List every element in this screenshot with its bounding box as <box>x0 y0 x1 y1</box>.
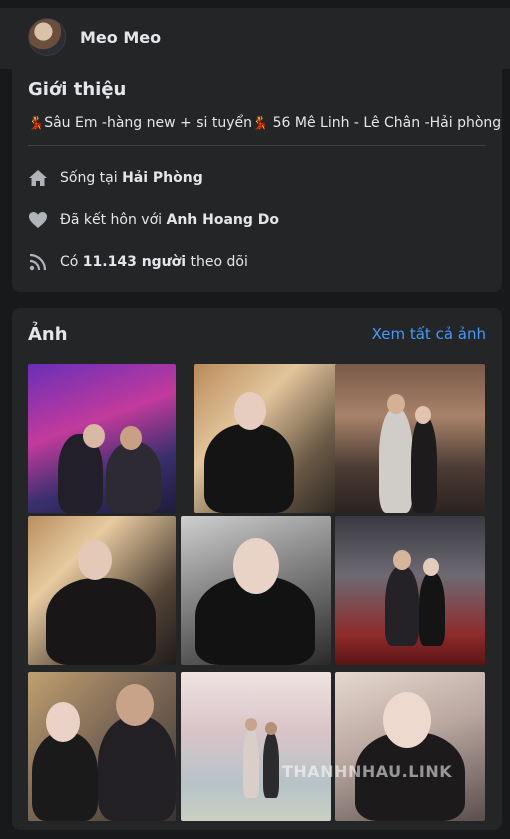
intro-card: Giới thiệu 💃Sâu Em -hàng new + si tuyển💃… <box>12 69 502 292</box>
photo-thumbnail[interactable] <box>181 672 331 821</box>
photo-thumbnail[interactable] <box>28 364 176 513</box>
profile-topbar: Meo Meo <box>0 0 510 69</box>
photo-thumbnail[interactable] <box>28 672 176 821</box>
photos-card: Ảnh Xem tất cả ảnh THANHNHAU.LINK <box>12 308 502 830</box>
photo-thumbnail[interactable] <box>181 516 331 665</box>
dancer-emoji-icon: 💃 <box>28 116 45 131</box>
intro-bio: 💃Sâu Em -hàng new + si tuyển💃 56 Mê Linh… <box>28 115 501 131</box>
rss-icon <box>28 252 48 272</box>
photo-thumbnail[interactable] <box>335 516 485 665</box>
profile-name[interactable]: Meo Meo <box>80 28 161 47</box>
avatar[interactable] <box>28 18 66 56</box>
photo-thumbnail[interactable] <box>194 364 342 513</box>
lives-in-row: Sống tại Hải Phòng <box>28 167 203 189</box>
bio-text-2: 56 Mê Linh - Lê Chân -Hải phòng <box>268 115 502 131</box>
relationship-prefix: Đã kết hôn với <box>60 212 163 228</box>
relationship-row: Đã kết hôn với Anh Hoang Do <box>28 209 279 231</box>
lives-in-prefix: Sống tại <box>60 170 118 186</box>
followers-row: Có 11.143 người theo dõi <box>28 251 248 273</box>
heart-icon <box>28 210 48 230</box>
watermark-text: THANHNHAU.LINK <box>282 762 453 781</box>
photo-thumbnail[interactable] <box>335 364 485 513</box>
photo-thumbnail[interactable] <box>28 516 176 665</box>
lives-in-value[interactable]: Hải Phòng <box>122 170 203 186</box>
followers-prefix: Có <box>60 254 79 270</box>
followers-suffix: theo dõi <box>190 254 248 270</box>
see-all-photos-link[interactable]: Xem tất cả ảnh <box>372 325 486 343</box>
photos-title: Ảnh <box>28 324 68 345</box>
photo-thumbnail[interactable] <box>335 672 485 821</box>
intro-title: Giới thiệu <box>28 79 127 100</box>
followers-count[interactable]: 11.143 người <box>83 254 186 270</box>
home-icon <box>28 168 48 188</box>
relationship-partner[interactable]: Anh Hoang Do <box>167 212 280 228</box>
dancer-emoji-icon: 💃 <box>251 116 269 131</box>
divider <box>28 145 486 146</box>
bio-text-1: Sâu Em -hàng new + si tuyển <box>44 115 252 131</box>
